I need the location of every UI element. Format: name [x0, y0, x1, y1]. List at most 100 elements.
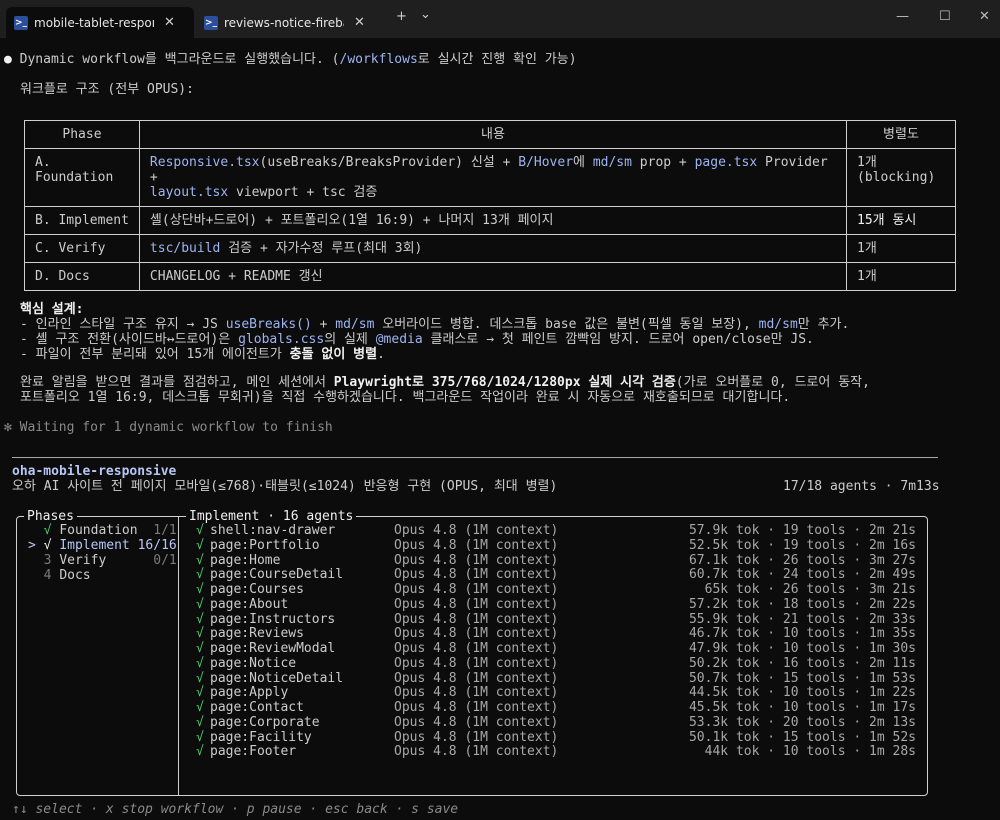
check-icon: √ — [196, 670, 204, 686]
closing-line-2: 포트폴리오 1열 16:9, 데스크톱 무회귀)을 직접 수행하겠습니다. 백그… — [20, 390, 791, 405]
agent-stats: 65k tok · 26 tools · 3m 21s — [704, 582, 916, 597]
check-icon: √ — [196, 537, 204, 553]
step-number: 3 — [43, 553, 52, 568]
workflow-status: 17/18 agents · 7m13s — [783, 479, 940, 494]
check-icon: √ — [196, 685, 204, 701]
table-row: B. Implement 셸(상단바+드로어) + 포트폴리오(1열 16:9) … — [24, 206, 956, 235]
content-cell: CHANGELOG + README 갱신 — [138, 262, 848, 291]
check-icon: √ — [196, 567, 204, 583]
design-note-2: - 셸 구조 전환(사이드바↔드로어)은 globals.css의 실제 @me… — [20, 332, 814, 347]
agent-stats: 44k tok · 10 tools · 1m 28s — [704, 744, 916, 760]
keyboard-hints: ↑↓ select · x stop workflow · p pause · … — [12, 802, 459, 817]
agent-name: page:Footer — [210, 744, 297, 760]
agent-stats: 55.9k tok · 21 tools · 2m 33s — [688, 611, 916, 627]
design-note-3: - 파일이 전부 분리돼 있어 15개 에이전트가 충돌 없이 병렬. — [20, 347, 385, 362]
agent-row[interactable]: √ page:Portfolio Opus 4.8 (1M context) 52.5… — [196, 538, 916, 553]
check-icon: √ — [196, 744, 204, 760]
phase-cell: B. Implement — [24, 206, 140, 235]
check-icon: √ — [196, 523, 204, 538]
parallel-cell: 15개 동시 — [846, 206, 956, 235]
tab-reviews-notice-firebase[interactable]: >_ reviews-notice-firebase-mig ✕ — [196, 7, 384, 38]
phase-item-verify[interactable]: 3 Verify 0/1 — [28, 553, 177, 568]
agent-row[interactable]: √ page:Home Opus 4.8 (1M context) 67.1k tok… — [196, 553, 916, 568]
table-header-content: 내용 — [138, 120, 848, 149]
agent-name: page:Corporate — [210, 714, 320, 730]
agent-stats: 57.9k tok · 19 tools · 2m 21s — [688, 523, 916, 538]
title-bar: >_ mobile-tablet-responsive-re ✕ >_ revi… — [0, 0, 1000, 38]
tab-label: mobile-tablet-responsive-re — [34, 15, 154, 30]
powershell-icon: >_ — [204, 15, 218, 30]
table-row: C. Verify tsc/build 검증 + 자가수정 루프(최대 3회) 1개 — [24, 234, 956, 263]
agent-row[interactable]: √ page:Reviews Opus 4.8 (1M context) 46.7k … — [196, 626, 916, 641]
agent-stats: 52.5k tok · 19 tools · 2m 16s — [688, 537, 916, 553]
check-icon: √ — [196, 552, 204, 568]
check-icon: √ — [196, 596, 204, 612]
agent-name: page:Notice — [210, 655, 297, 671]
agent-model: Opus 4.8 (1M context) — [394, 670, 559, 686]
phase-cell: A. Foundation — [24, 148, 140, 207]
agent-stats: 57.2k tok · 18 tools · 2m 22s — [688, 596, 916, 612]
agent-row[interactable]: √ page:Contact Opus 4.8 (1M context) 45.5k … — [196, 700, 916, 715]
divider — [12, 457, 938, 458]
phase-item-implement[interactable]: > √ Implement 16/16 — [28, 538, 177, 553]
agent-model: Opus 4.8 (1M context) — [394, 523, 559, 538]
agent-stats: 50.1k tok · 15 tools · 1m 52s — [688, 729, 916, 745]
agent-stats: 44.5k tok · 10 tools · 1m 22s — [688, 685, 916, 701]
agent-name: page:CourseDetail — [210, 567, 344, 583]
content-cell: tsc/build 검증 + 자가수정 루프(최대 3회) — [138, 234, 848, 263]
structure-heading: 워크플로 구조 (전부 OPUS): — [20, 82, 194, 97]
agent-row[interactable]: √ page:Instructors Opus 4.8 (1M context) 55… — [196, 612, 916, 627]
close-tab-icon[interactable]: ✕ — [164, 15, 175, 30]
table-row: A. Foundation Responsive.tsx(useBreaks/Br… — [24, 148, 956, 207]
agent-row[interactable]: √ page:CourseDetail Opus 4.8 (1M context) 6… — [196, 567, 916, 582]
close-window-button[interactable]: ✕ — [979, 9, 990, 24]
agent-row[interactable]: √ page:NoticeDetail Opus 4.8 (1M context) 5… — [196, 671, 916, 686]
maximize-button[interactable]: ☐ — [939, 9, 951, 24]
agent-model: Opus 4.8 (1M context) — [394, 744, 559, 760]
tab-mobile-tablet-responsive[interactable]: >_ mobile-tablet-responsive-re ✕ — [6, 7, 194, 38]
phase-cell: C. Verify — [24, 234, 140, 263]
agent-name: page:Contact — [210, 700, 304, 715]
phase-item-docs[interactable]: 4 Docs — [28, 568, 153, 583]
table-header-phase: Phase — [24, 120, 140, 149]
content-cell: Responsive.tsx(useBreaks/BreaksProvider)… — [138, 148, 848, 207]
agent-name: page:Instructors — [210, 611, 336, 627]
check-icon: √ — [196, 611, 204, 627]
agent-stats: 60.7k tok · 24 tools · 2m 49s — [688, 567, 916, 583]
agent-row[interactable]: √ page:Apply Opus 4.8 (1M context) 44.5k to… — [196, 685, 916, 700]
agent-stats: 67.1k tok · 26 tools · 3m 27s — [688, 552, 916, 568]
agent-stats: 50.7k tok · 15 tools · 1m 53s — [688, 670, 916, 686]
workflow-name: oha-mobile-responsive — [12, 464, 177, 479]
agent-model: Opus 4.8 (1M context) — [394, 596, 559, 612]
agent-row[interactable]: √ shell:nav-drawer Opus 4.8 (1M context) 57… — [196, 523, 916, 538]
agent-row[interactable]: √ page:ReviewModal Opus 4.8 (1M context) 47… — [196, 641, 916, 656]
check-icon: √ — [196, 700, 204, 715]
agent-stats: 47.9k tok · 10 tools · 1m 30s — [688, 641, 916, 656]
agent-model: Opus 4.8 (1M context) — [394, 641, 559, 656]
agent-name: page:Apply — [210, 685, 289, 701]
agent-model: Opus 4.8 (1M context) — [394, 611, 559, 627]
agent-model: Opus 4.8 (1M context) — [394, 655, 559, 671]
check-icon: √ — [196, 626, 204, 642]
agent-row[interactable]: √ page:Footer Opus 4.8 (1M context) 44k tok… — [196, 744, 916, 759]
agent-model: Opus 4.8 (1M context) — [394, 626, 559, 642]
agent-row[interactable]: √ page:Courses Opus 4.8 (1M context) 65k to… — [196, 582, 916, 597]
close-tab-icon[interactable]: ✕ — [354, 15, 365, 30]
workflow-structure-table: Phase 내용 병렬도 A. Foundation Responsive.tsx… — [24, 120, 956, 291]
check-icon: √ — [43, 523, 52, 538]
agent-name: page:NoticeDetail — [210, 670, 344, 686]
closing-line-1: 완료 알림을 받으면 결과를 점검하고, 메인 세션에서 Playwright로… — [20, 375, 870, 390]
agent-row[interactable]: √ page:Facility Opus 4.8 (1M context) 50.1k… — [196, 730, 916, 745]
agent-stats: 53.3k tok · 20 tools · 2m 13s — [688, 714, 916, 730]
agent-model: Opus 4.8 (1M context) — [394, 700, 559, 715]
agent-name: page:Reviews — [210, 626, 304, 642]
phase-item-foundation[interactable]: √ Foundation 1/1 — [28, 523, 177, 538]
agent-model: Opus 4.8 (1M context) — [394, 552, 559, 568]
agent-row[interactable]: √ page:Notice Opus 4.8 (1M context) 50.2k t… — [196, 656, 916, 671]
agent-row[interactable]: √ page:Corporate Opus 4.8 (1M context) 53.3… — [196, 715, 916, 730]
minimize-button[interactable]: — — [896, 9, 909, 24]
new-tab-button[interactable]: + — [396, 9, 407, 24]
tab-dropdown-icon[interactable]: ⌄ — [420, 7, 431, 22]
agent-row[interactable]: √ page:About Opus 4.8 (1M context) 57.2k to… — [196, 597, 916, 612]
agent-model: Opus 4.8 (1M context) — [394, 567, 559, 583]
